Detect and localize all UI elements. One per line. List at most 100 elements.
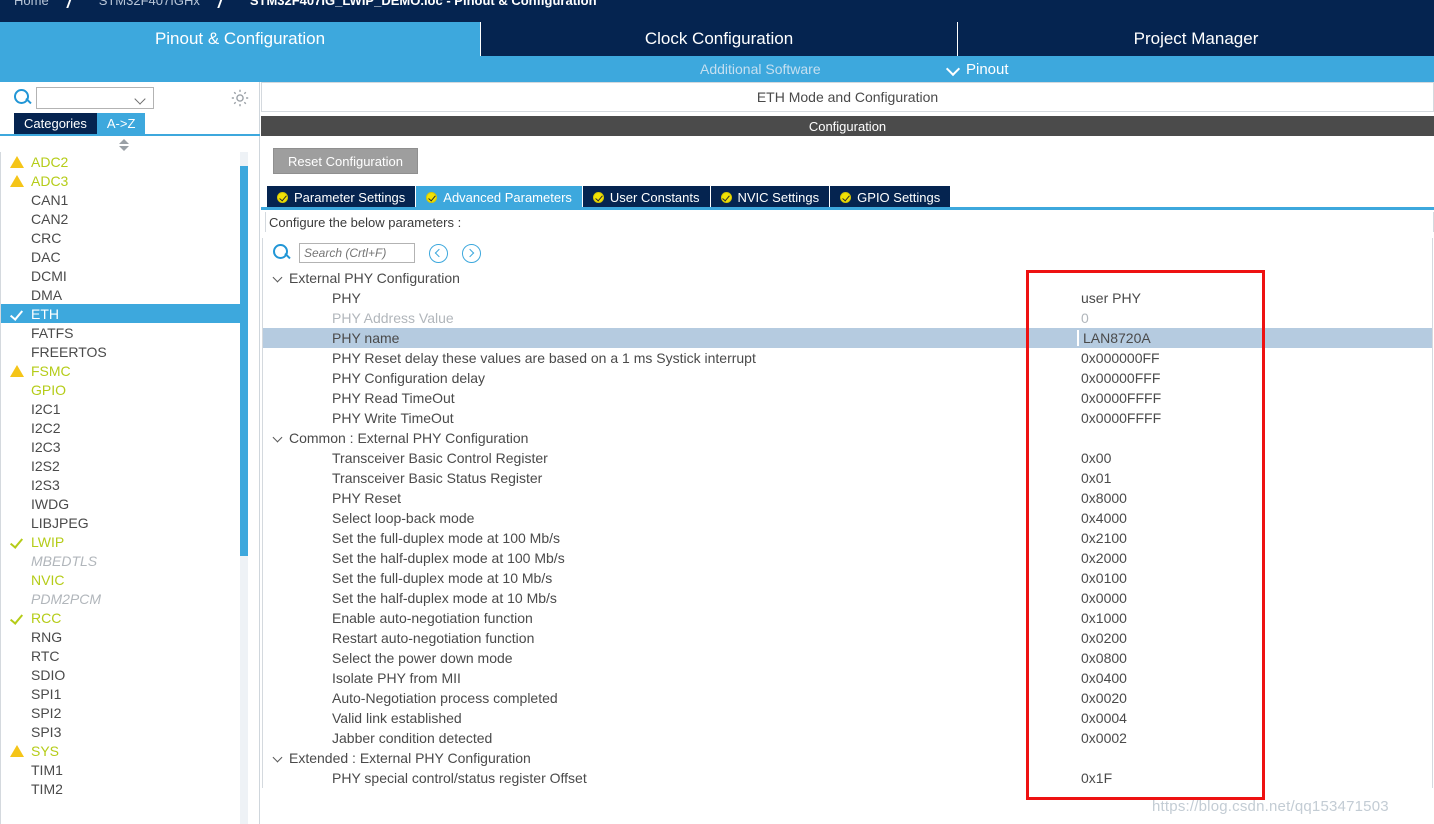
tree-row[interactable]: Enable auto-negotiation function 0x1000	[263, 608, 1432, 628]
sidebar-item-i2c2[interactable]: I2C2	[1, 418, 246, 437]
tree-row[interactable]: PHY Configuration delay 0x00000FFF	[263, 368, 1432, 388]
tree-row-value[interactable]: 0x2000	[1081, 550, 1127, 566]
breadcrumb-item[interactable]: STM32F407IGHx	[85, 0, 206, 8]
tree-row-value[interactable]: 0x0000FFFF	[1081, 410, 1161, 426]
tree-row[interactable]: Set the full-duplex mode at 10 Mb/s 0x010…	[263, 568, 1432, 588]
tree-group-row[interactable]: External PHY Configuration	[263, 268, 1432, 288]
tree-row-value[interactable]: 0x0004	[1081, 710, 1127, 726]
tree-row-value[interactable]: 0x0020	[1081, 690, 1127, 706]
tree-row[interactable]: Auto-Negotiation process completed 0x0020	[263, 688, 1432, 708]
additional-software-button[interactable]: Additional Software	[700, 61, 821, 77]
tree-row[interactable]: PHY Reset delay these values are based o…	[263, 348, 1432, 368]
tree-row-value[interactable]: 0	[1081, 310, 1089, 326]
sidebar-item-libjpeg[interactable]: LIBJPEG	[1, 513, 246, 532]
tree-row-value[interactable]: 0x00	[1081, 450, 1111, 466]
sidebar-item-adc2[interactable]: ADC2	[1, 152, 246, 171]
sidebar-scroll-spinner[interactable]	[0, 138, 247, 152]
tree-row[interactable]: Restart auto-negotiation function 0x0200	[263, 628, 1432, 648]
sidebar-item-spi1[interactable]: SPI1	[1, 684, 246, 703]
tab-pinout-configuration[interactable]: Pinout & Configuration	[0, 22, 481, 56]
sidebar-item-tim2[interactable]: TIM2	[1, 779, 246, 798]
tree-row[interactable]: PHY Read TimeOut 0x0000FFFF	[263, 388, 1432, 408]
sidebar-item-adc3[interactable]: ADC3	[1, 171, 246, 190]
chevron-down-icon[interactable]	[274, 434, 283, 443]
tree-row[interactable]: Transceiver Basic Control Register 0x00	[263, 448, 1432, 468]
sidebar-item-dac[interactable]: DAC	[1, 247, 246, 266]
tree-row-value[interactable]: user PHY	[1081, 290, 1141, 306]
tree-row-value[interactable]: 0x0100	[1081, 570, 1127, 586]
tree-row-value[interactable]: 0x0400	[1081, 670, 1127, 686]
tab-project-manager[interactable]: Project Manager	[958, 22, 1434, 56]
sidebar-item-sdio[interactable]: SDIO	[1, 665, 246, 684]
sidebar-item-fatfs[interactable]: FATFS	[1, 323, 246, 342]
tab-clock-configuration[interactable]: Clock Configuration	[481, 22, 958, 56]
sidebar-item-gpio[interactable]: GPIO	[1, 380, 246, 399]
tree-row-value[interactable]: 0x0000FFFF	[1081, 390, 1161, 406]
config-tab-nvic-settings[interactable]: NVIC Settings	[710, 186, 831, 208]
sidebar-item-i2s3[interactable]: I2S3	[1, 475, 246, 494]
tree-row-value[interactable]: LAN8720A	[1077, 330, 1151, 346]
tree-row-value[interactable]: 0x000000FF	[1081, 350, 1160, 366]
tree-row-value[interactable]: 0x0002	[1081, 730, 1127, 746]
sidebar-item-lwip[interactable]: LWIP	[1, 532, 246, 551]
tree-row[interactable]: Select the power down mode 0x0800	[263, 648, 1432, 668]
sidebar-item-dcmi[interactable]: DCMI	[1, 266, 246, 285]
parameter-search-input[interactable]	[299, 243, 415, 263]
sidebar-item-spi2[interactable]: SPI2	[1, 703, 246, 722]
tree-row-value[interactable]: 0x1F	[1081, 770, 1112, 786]
config-tab-user-constants[interactable]: User Constants	[582, 186, 711, 208]
sidebar-item-pdm2pcm[interactable]: PDM2PCM	[1, 589, 246, 608]
config-tab-parameter-settings[interactable]: Parameter Settings	[267, 186, 417, 208]
sidebar-item-dma[interactable]: DMA	[1, 285, 246, 304]
tree-row[interactable]: PHY Write TimeOut 0x0000FFFF	[263, 408, 1432, 428]
sidebar-item-rng[interactable]: RNG	[1, 627, 246, 646]
tree-row[interactable]: PHY Address Value 0	[263, 308, 1432, 328]
tree-row-value[interactable]: 0x0000	[1081, 590, 1127, 606]
sidebar-item-tim1[interactable]: TIM1	[1, 760, 246, 779]
expand-all-icon[interactable]	[462, 243, 481, 263]
config-tab-gpio-settings[interactable]: GPIO Settings	[830, 186, 952, 208]
sidebar-item-i2s2[interactable]: I2S2	[1, 456, 246, 475]
tree-row[interactable]: Set the half-duplex mode at 10 Mb/s 0x000…	[263, 588, 1432, 608]
tree-row[interactable]: Set the half-duplex mode at 100 Mb/s 0x20…	[263, 548, 1432, 568]
tree-row[interactable]: Valid link established 0x0004	[263, 708, 1432, 728]
sidebar-item-rcc[interactable]: RCC	[1, 608, 246, 627]
tree-row[interactable]: PHY special control/status register Offs…	[263, 768, 1432, 788]
sidebar-tab-categories[interactable]: Categories	[14, 113, 97, 134]
tree-row[interactable]: Select loop-back mode 0x4000	[263, 508, 1432, 528]
tree-row-value[interactable]: 0x00000FFF	[1081, 370, 1160, 386]
tree-row-value[interactable]: 0x4000	[1081, 510, 1127, 526]
sidebar-item-mbedtls[interactable]: MBEDTLS	[1, 551, 246, 570]
gear-icon[interactable]	[230, 88, 250, 108]
tree-row[interactable]: Transceiver Basic Status Register 0x01	[263, 468, 1432, 488]
sidebar-scrollbar[interactable]	[240, 152, 248, 824]
config-tab-advanced-parameters[interactable]: Advanced Parameters	[416, 186, 583, 208]
tree-row-value[interactable]: 0x8000	[1081, 490, 1127, 506]
collapse-all-icon[interactable]	[429, 243, 448, 263]
chevron-down-icon[interactable]	[274, 754, 283, 763]
tree-row[interactable]: Jabber condition detected 0x0002	[263, 728, 1432, 748]
tree-row-value[interactable]: 0x0200	[1081, 630, 1127, 646]
tree-group-row[interactable]: Common : External PHY Configuration	[263, 428, 1432, 448]
tree-row-value[interactable]: 0x1000	[1081, 610, 1127, 626]
search-input[interactable]	[36, 87, 154, 109]
tree-row[interactable]: Set the full-duplex mode at 100 Mb/s 0x21…	[263, 528, 1432, 548]
tree-row[interactable]: PHY name LAN8720A	[263, 328, 1432, 348]
tree-row-value[interactable]: 0x0800	[1081, 650, 1127, 666]
tree-row[interactable]: PHY user PHY	[263, 288, 1432, 308]
sidebar-item-iwdg[interactable]: IWDG	[1, 494, 246, 513]
sidebar-item-i2c1[interactable]: I2C1	[1, 399, 246, 418]
tree-group-row[interactable]: Extended : External PHY Configuration	[263, 748, 1432, 768]
sidebar-item-can1[interactable]: CAN1	[1, 190, 246, 209]
breadcrumb-item[interactable]: Home	[0, 0, 55, 8]
sidebar-item-spi3[interactable]: SPI3	[1, 722, 246, 741]
chevron-down-icon[interactable]	[274, 274, 283, 283]
sidebar-item-eth[interactable]: ETH	[1, 304, 246, 323]
pinout-menu-button[interactable]: Pinout	[948, 61, 1009, 78]
tree-row[interactable]: Isolate PHY from MII 0x0400	[263, 668, 1432, 688]
breadcrumb-item[interactable]: STM32F407IG_LWIP_DEMO.ioc - Pinout & Con…	[236, 0, 603, 8]
tree-row-value[interactable]: 0x2100	[1081, 530, 1127, 546]
sidebar-scrollbar-thumb[interactable]	[240, 166, 248, 556]
sidebar-item-sys[interactable]: SYS	[1, 741, 246, 760]
sidebar-item-freertos[interactable]: FREERTOS	[1, 342, 246, 361]
